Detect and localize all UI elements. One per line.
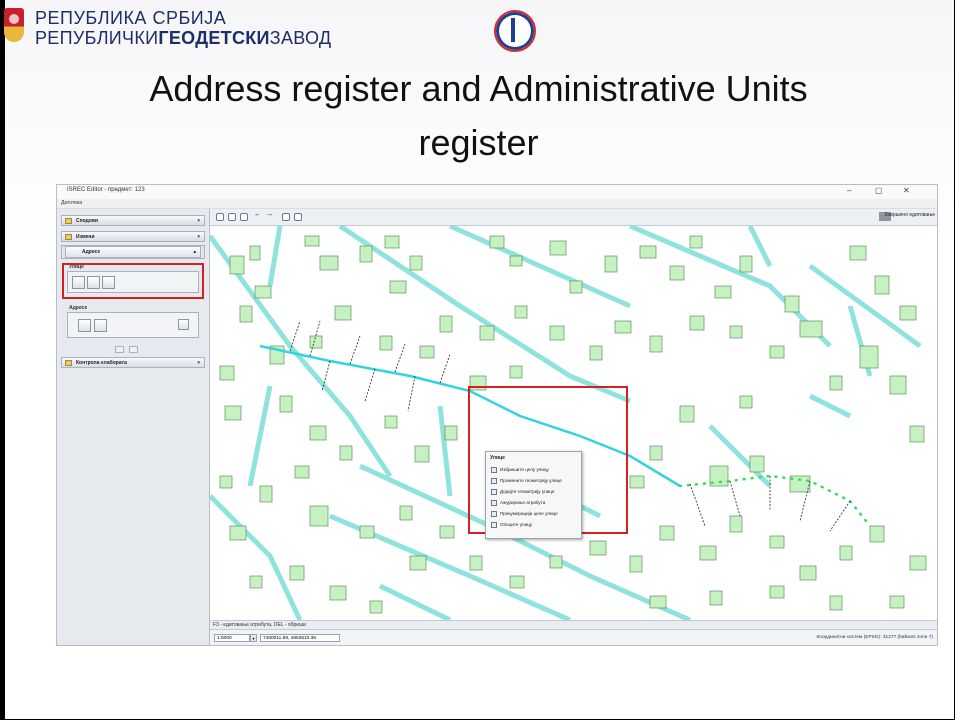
panel-section-edits[interactable]: Измени ▾ — [61, 231, 205, 242]
table-icon[interactable] — [294, 213, 302, 221]
zoom-out-icon[interactable] — [228, 213, 236, 221]
redo-icon[interactable] — [129, 346, 138, 353]
slide-title: Address register and Administrative Unit… — [1, 62, 955, 170]
slide-title-line1: Address register and Administrative Unit… — [149, 68, 808, 109]
status-bar: 1:5000 ▾ 7460011.89, 4853510.36 Координа… — [210, 629, 937, 645]
map-toolbar: ← → Завршено едитовање — [210, 209, 937, 226]
arrow-left-icon[interactable]: ← — [254, 211, 262, 219]
streets-highlight-box — [62, 263, 204, 299]
slide: РЕПУБЛИКА СРБИЈА РЕПУБЛИЧКИГЕОДЕТСКИЗАВО… — [0, 0, 955, 720]
scale-select[interactable]: 1:5000 — [214, 634, 250, 642]
maximize-icon[interactable]: ▢ — [875, 186, 883, 195]
context-menu-title: Улице — [490, 455, 505, 461]
print-icon[interactable] — [282, 213, 290, 221]
menu-item-delete-street[interactable]: Избришите целу улицу — [489, 465, 578, 475]
menubar: Датотека — [57, 199, 937, 209]
menu-item-change-geometry[interactable]: Промените геометрију улице — [489, 476, 578, 486]
coordinate-system-label: Координатни систем (EPSG): 31277 (balkan… — [816, 635, 933, 640]
menu-item-add-geometry[interactable]: Додајте геометрију улице — [489, 487, 578, 497]
slide-title-line2: register — [418, 122, 539, 163]
table-icon — [491, 500, 497, 506]
add-geometry-icon — [491, 489, 497, 495]
menu-item-update-attributes[interactable]: Ажурирање атрибута — [489, 498, 578, 508]
edit-geometry-icon — [491, 478, 497, 484]
chevron-down-icon[interactable]: ▾ — [250, 634, 257, 642]
chevron-down-icon: ▾ — [197, 234, 200, 240]
undo-icon[interactable] — [115, 346, 124, 353]
addresses-tools-group — [67, 312, 199, 338]
map-view[interactable]: Улице Избришите целу улицу Промените гео… — [210, 226, 937, 620]
window-titlebar: ISREC Editor - предмет: 123 – ▢ ✕ — [57, 185, 937, 199]
institution-name-line1: РЕПУБЛИКА СРБИЈА — [35, 8, 227, 28]
zoom-extent-icon[interactable] — [240, 213, 248, 221]
minimize-icon[interactable]: – — [847, 186, 851, 195]
coordinates-field[interactable]: 7460011.89, 4853510.36 — [260, 634, 340, 642]
arrow-right-icon[interactable]: → — [266, 211, 274, 219]
address-delete-tool-icon[interactable] — [178, 319, 189, 330]
menu-item-dissolve-street[interactable]: Опоците улицу — [489, 520, 578, 530]
window-title: ISREC Editor - предмет: 123 — [67, 187, 145, 193]
left-panel: Сподови ▾ Измени ▾ Адресе ▴ Улице Адресе — [57, 209, 210, 645]
dissolve-icon — [491, 522, 497, 528]
chevron-down-icon: ▾ — [197, 218, 200, 224]
serbia-coat-of-arms-icon — [4, 8, 24, 42]
institution-name-line2: РЕПУБЛИЧКИГЕОДЕТСКИЗАВОД — [35, 28, 332, 48]
pencil-icon — [65, 234, 72, 240]
renumber-icon — [491, 511, 497, 517]
checklist-icon — [65, 360, 72, 366]
addresses-group-label: Адресе — [69, 305, 88, 311]
app-screenshot-window: ISREC Editor - предмет: 123 – ▢ ✕ Датоте… — [56, 184, 938, 646]
delete-street-icon — [491, 467, 497, 473]
street-context-menu: Улице Избришите целу улицу Промените гео… — [485, 451, 582, 539]
subsection-addresses[interactable]: Адресе ▴ — [65, 246, 201, 258]
new-street-geometry — [678, 474, 872, 528]
zoom-in-icon[interactable] — [216, 213, 224, 221]
status-hint: F3 - едитовање атрибута, DEL - обриши — [210, 620, 937, 629]
panel-section-layers[interactable]: Сподови ▾ — [61, 215, 205, 226]
layers-icon — [65, 218, 72, 224]
address-list-tool-icon[interactable] — [78, 319, 91, 332]
finish-editing-button[interactable]: Завршено едитовање — [884, 212, 935, 218]
panel-section-qa[interactable]: Контрола елабората ▾ — [61, 357, 205, 368]
menu-file[interactable]: Датотека — [61, 200, 82, 206]
menu-item-renumber-street[interactable]: Прекумерација целе улице — [489, 509, 578, 519]
chevron-up-icon: ▴ — [193, 249, 196, 255]
close-icon[interactable]: ✕ — [903, 186, 910, 195]
slide-header: РЕПУБЛИКА СРБИЈА РЕПУБЛИЧКИГЕОДЕТСКИЗАВО… — [1, 0, 955, 52]
chevron-down-icon: ▾ — [197, 360, 200, 366]
geodetic-authority-logo-icon — [494, 10, 536, 52]
address-add-tool-icon[interactable] — [94, 319, 107, 332]
